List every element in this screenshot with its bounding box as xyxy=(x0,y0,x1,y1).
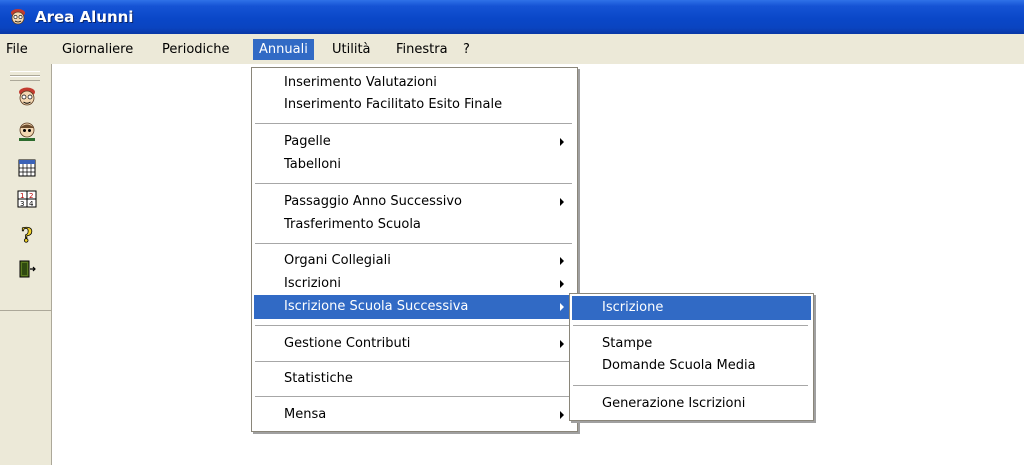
submenu-item-domande-scuola-media[interactable]: Domande Scuola Media xyxy=(572,354,811,378)
calendar-grid-icon[interactable] xyxy=(16,157,38,179)
submenu-item-iscrizione[interactable]: Iscrizione xyxy=(572,296,811,320)
menu-item-label: Pagelle xyxy=(284,134,331,149)
menu-separator xyxy=(255,396,572,397)
menu-bar: File Giornaliere Periodiche Annuali Util… xyxy=(0,34,1024,64)
teacher-face-icon[interactable] xyxy=(16,121,38,143)
menu-separator xyxy=(255,123,572,124)
menu-item-label: Iscrizioni xyxy=(284,276,341,291)
student-face-icon[interactable] xyxy=(16,86,38,108)
svg-text:2: 2 xyxy=(29,192,33,200)
menu-item-pagelle[interactable]: Pagelle xyxy=(254,130,577,154)
menu-item-label: Domande Scuola Media xyxy=(602,358,756,373)
menu-separator xyxy=(255,325,572,326)
menu-separator xyxy=(573,325,808,326)
submenu-arrow-icon xyxy=(560,303,564,311)
menu-item-label: Gestione Contributi xyxy=(284,336,411,351)
menu-item-trasferimento-scuola[interactable]: Trasferimento Scuola xyxy=(254,213,577,237)
menu-item-label: Iscrizione xyxy=(602,300,664,315)
menu-item-iscrizione-scuola-successiva[interactable]: Iscrizione Scuola Successiva xyxy=(254,295,573,319)
submenu-arrow-icon xyxy=(560,257,564,265)
help-question-icon[interactable]: ? xyxy=(16,223,38,245)
submenu-arrow-icon xyxy=(560,198,564,206)
menu-item-label: Tabelloni xyxy=(284,157,342,172)
window-title: Area Alunni xyxy=(35,8,134,26)
menu-separator xyxy=(255,183,572,184)
submenu-arrow-icon xyxy=(560,411,564,419)
menu-item-label: Mensa xyxy=(284,407,327,422)
menu-item-mensa[interactable]: Mensa xyxy=(254,403,577,427)
menu-utilita[interactable]: Utilità xyxy=(329,41,374,61)
iscrizione-submenu: Iscrizione Stampe Domande Scuola Media G… xyxy=(569,293,814,421)
menu-item-iscrizioni[interactable]: Iscrizioni xyxy=(254,272,577,296)
submenu-item-generazione-iscrizioni[interactable]: Generazione Iscrizioni xyxy=(572,392,811,416)
menu-file[interactable]: File xyxy=(3,41,31,61)
menu-item-label: Generazione Iscrizioni xyxy=(602,396,746,411)
side-toolbar: 1 2 3 4 ? xyxy=(0,64,52,465)
menu-item-label: Stampe xyxy=(602,336,653,351)
menu-item-inserimento-valutazioni[interactable]: Inserimento Valutazioni xyxy=(254,71,577,95)
app-face-icon[interactable] xyxy=(9,8,27,26)
submenu-item-stampe[interactable]: Stampe xyxy=(572,332,811,356)
exit-door-icon[interactable] xyxy=(16,258,38,280)
svg-text:?: ? xyxy=(21,223,33,245)
submenu-arrow-icon xyxy=(560,340,564,348)
svg-text:4: 4 xyxy=(29,200,34,208)
menu-item-label: Statistiche xyxy=(284,371,353,386)
menu-item-inserimento-facilitato[interactable]: Inserimento Facilitato Esito Finale xyxy=(254,93,577,117)
menu-item-tabelloni[interactable]: Tabelloni xyxy=(254,153,577,177)
menu-item-organi-collegiali[interactable]: Organi Collegiali xyxy=(254,249,577,273)
menu-item-gestione-contributi[interactable]: Gestione Contributi xyxy=(254,332,577,356)
menu-item-label: Organi Collegiali xyxy=(284,253,391,268)
menu-item-label: Passaggio Anno Successivo xyxy=(284,194,462,209)
annuali-menu: Inserimento Valutazioni Inserimento Faci… xyxy=(251,67,578,432)
menu-annuali[interactable]: Annuali xyxy=(253,39,314,60)
menu-finestra[interactable]: Finestra xyxy=(393,41,451,61)
title-bar[interactable]: Area Alunni xyxy=(0,0,1024,34)
menu-periodiche[interactable]: Periodiche xyxy=(159,41,233,61)
menu-help[interactable]: ? xyxy=(460,41,473,61)
menu-item-label: Trasferimento Scuola xyxy=(284,217,421,232)
menu-item-statistiche[interactable]: Statistiche xyxy=(254,367,577,391)
submenu-arrow-icon xyxy=(560,138,564,146)
menu-item-label: Iscrizione Scuola Successiva xyxy=(284,299,469,314)
menu-separator xyxy=(255,243,572,244)
menu-item-label: Inserimento Valutazioni xyxy=(284,75,437,90)
menu-item-label: Inserimento Facilitato Esito Finale xyxy=(284,97,503,112)
menu-item-passaggio-anno[interactable]: Passaggio Anno Successivo xyxy=(254,190,577,214)
schedule-table-icon[interactable]: 1 2 3 4 xyxy=(16,188,38,210)
svg-text:1: 1 xyxy=(20,192,24,200)
menu-giornaliere[interactable]: Giornaliere xyxy=(59,41,136,61)
toolbar-grip-lower[interactable] xyxy=(10,76,40,81)
menu-separator xyxy=(573,385,808,386)
submenu-arrow-icon xyxy=(560,280,564,288)
svg-text:3: 3 xyxy=(20,200,24,208)
menu-separator xyxy=(255,361,572,362)
toolbar-divider xyxy=(0,310,51,311)
